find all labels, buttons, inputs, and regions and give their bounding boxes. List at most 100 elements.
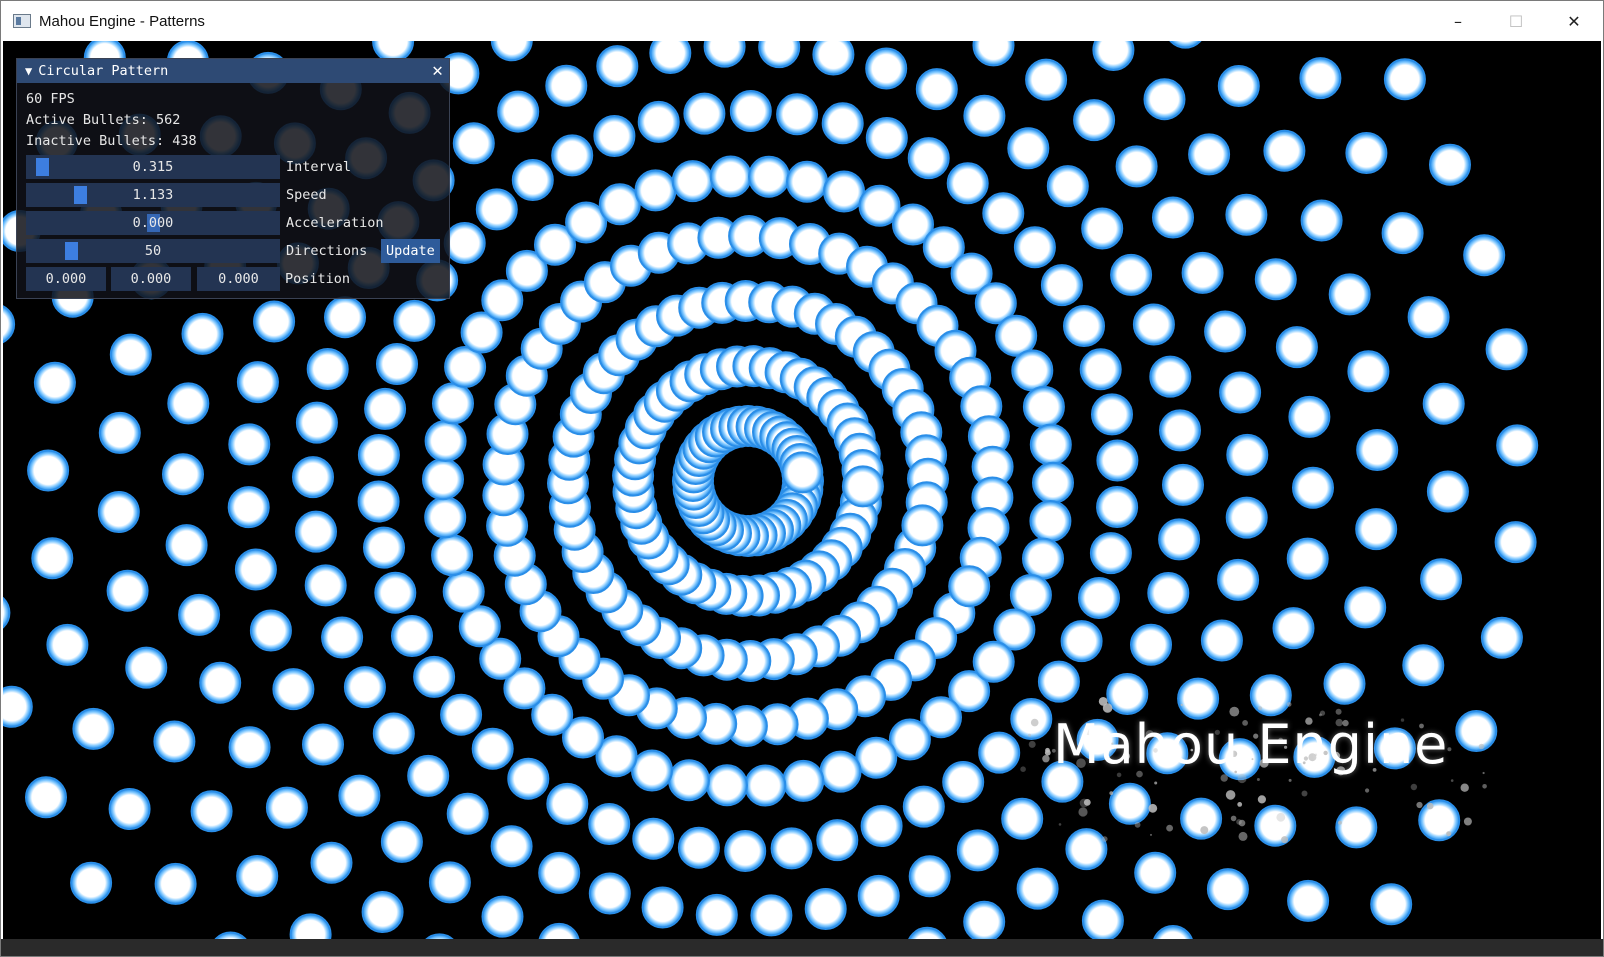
render-viewport[interactable]: Mahou Engine ▼ Circular Pattern ✕ 60 FPS… [3, 41, 1601, 939]
bullet [1029, 423, 1072, 466]
title-bar[interactable]: Mahou Engine - Patterns – ☐ ✕ [1, 1, 1603, 41]
bullet [781, 451, 824, 494]
bullet [167, 382, 210, 425]
bullet [1110, 253, 1153, 296]
bullet [1206, 868, 1249, 911]
collapse-arrow-icon[interactable]: ▼ [25, 64, 32, 78]
bullet [1292, 466, 1334, 509]
bullet [1091, 393, 1133, 436]
bullet [902, 785, 945, 828]
bullet [956, 829, 999, 872]
acceleration-slider[interactable]: 0.000 [26, 211, 280, 235]
sparkle-particle [1028, 740, 1036, 748]
inactive-bullets-readout: Inactive Bullets: 438 [26, 133, 197, 149]
speed-slider[interactable]: 1.133 [26, 183, 280, 207]
window-controls: – ☐ ✕ [1429, 1, 1603, 41]
sparkle-particle [1286, 702, 1292, 707]
position-y-input[interactable]: 0.000 [111, 267, 191, 291]
bullet [1429, 143, 1471, 186]
bullet [1092, 41, 1135, 71]
bullet [1147, 572, 1190, 614]
bullet [1037, 660, 1080, 703]
bullet [497, 90, 540, 133]
bullet [865, 117, 908, 159]
bullet [153, 720, 196, 763]
bullet [1040, 264, 1083, 307]
bullet [199, 661, 242, 704]
bullet [1115, 145, 1158, 188]
position-z-value: 0.000 [218, 271, 259, 287]
sparkle-particle [1109, 791, 1114, 795]
circular-pattern-panel[interactable]: ▼ Circular Pattern ✕ 60 FPS Active Bulle… [16, 58, 450, 299]
bullet [546, 782, 589, 825]
interval-slider[interactable]: 0.315 [26, 155, 280, 179]
bullet [1143, 78, 1186, 121]
bullet [631, 749, 673, 792]
bullet [511, 159, 554, 201]
position-y-value: 0.000 [130, 271, 172, 287]
bullet [908, 855, 951, 898]
directions-slider[interactable]: 50 [26, 239, 280, 263]
panel-header[interactable]: ▼ Circular Pattern ✕ [17, 59, 449, 83]
bullet [1226, 433, 1269, 476]
bullet [1078, 577, 1120, 619]
bullet [490, 825, 533, 868]
app-window: Mahou Engine - Patterns – ☐ ✕ Mahou Engi… [0, 0, 1604, 957]
bullet [1169, 41, 1202, 49]
bullet [452, 122, 495, 165]
bullet [424, 496, 467, 539]
panel-close-icon[interactable]: ✕ [432, 60, 443, 81]
position-x-input[interactable]: 0.000 [26, 267, 106, 291]
bullet [709, 155, 752, 198]
bullet [948, 565, 991, 608]
slider-grab[interactable] [74, 186, 88, 204]
sparkle-particle [1463, 817, 1472, 826]
bullet [178, 593, 221, 636]
bullet [3, 305, 16, 344]
sparkle-particle [1410, 783, 1418, 791]
bullet [915, 68, 958, 111]
bullet [855, 736, 898, 779]
bullet [857, 874, 900, 917]
bullet [70, 861, 113, 904]
sparkle-particle [1166, 824, 1173, 832]
bullet [695, 893, 738, 936]
bullet [1463, 234, 1506, 277]
update-button[interactable]: Update [381, 239, 440, 263]
bullet [1181, 251, 1224, 294]
minimize-button[interactable]: – [1429, 1, 1487, 41]
bullet [1426, 470, 1469, 513]
sparkle-particle [1045, 747, 1050, 753]
bullet [1455, 710, 1498, 752]
bullet [289, 913, 332, 939]
sparkle-particle [1225, 790, 1236, 800]
sparkle-particle [1200, 826, 1209, 835]
sparkle-particle [1058, 823, 1062, 826]
bullet [677, 826, 720, 869]
bullet [1022, 537, 1064, 580]
bullet [1153, 925, 1193, 939]
slider-grab[interactable] [64, 242, 78, 260]
bullet [1159, 409, 1201, 452]
slider-grab[interactable] [35, 158, 49, 176]
sparkle-particle [1150, 833, 1152, 836]
bullet [1275, 326, 1318, 369]
interval-label: Interval [286, 159, 352, 175]
position-label: Position [285, 271, 351, 287]
bullet [1081, 207, 1124, 250]
bullet [819, 750, 862, 793]
bullet [823, 170, 865, 213]
position-z-input[interactable]: 0.000 [197, 267, 280, 291]
bullet [748, 155, 790, 198]
bullet [422, 458, 464, 501]
bullet [1134, 851, 1177, 894]
bullet [1096, 486, 1139, 528]
maximize-button[interactable]: ☐ [1487, 1, 1545, 41]
bullet [724, 830, 767, 872]
bullet [376, 343, 418, 385]
bullet [295, 401, 338, 444]
sparkle-particle [1288, 778, 1292, 782]
sparkle-particle [1450, 779, 1454, 782]
close-window-button[interactable]: ✕ [1545, 1, 1603, 41]
sparkle-particle [1098, 697, 1108, 706]
